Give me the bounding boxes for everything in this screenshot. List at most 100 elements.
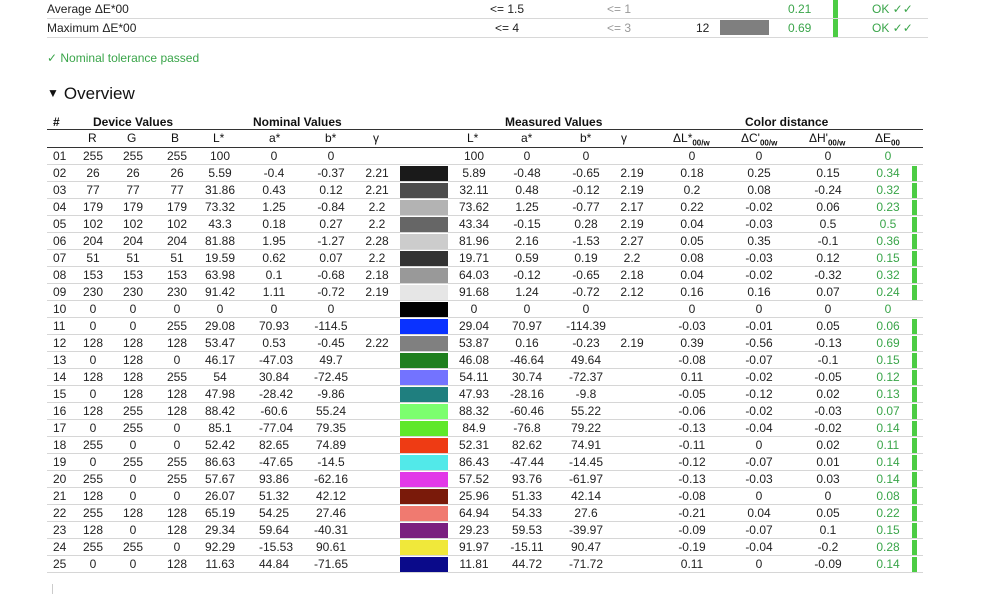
color-swatch [400,506,448,521]
cell-a: -0.4 [263,166,285,180]
cell-l: 57.67 [205,472,236,486]
color-swatch [400,251,448,266]
cell-dc: -0.01 [745,319,773,333]
cell-mg: 2.18 [620,268,644,282]
summary-count: 12 [696,21,710,35]
cell-r: 204 [83,234,104,248]
col-a: a* [269,131,281,145]
cell-a: 1.11 [262,285,286,299]
cell-l: 65.19 [205,506,236,520]
cell-ma: -28.16 [509,387,545,401]
col-delta-h: ΔH'00/w [809,131,846,148]
cell-ml: 86.43 [459,455,490,469]
cell-mg: 2.19 [620,336,644,350]
cell-a: -47.65 [259,455,294,469]
table-body: 01 255 255 255 100 0 0 100 0 0 0 0 0 0 02 26 26 26 5.59 -0.… [47,148,923,573]
delta-e-bar [912,234,917,249]
delta-e-bar [912,200,917,215]
row-id: 02 [53,166,67,180]
cell-l: 26.07 [205,489,236,503]
cell-mg: 2.19 [620,166,644,180]
cell-ma: -46.64 [509,353,545,367]
header-hash: # [53,115,60,129]
cell-dh: 0.12 [816,251,840,265]
cell-ma: 0 [523,149,531,163]
cell-dl: -0.08 [678,353,706,367]
cell-b: 128 [166,387,188,401]
delta-e-bar [912,217,917,232]
delta-e-bar [912,421,917,436]
cell-bb: 0.12 [319,183,343,197]
row-id: 15 [53,387,67,401]
cell-ma: -76.8 [513,421,541,435]
cell-g: 128 [123,387,144,401]
cell-de: 0 [884,302,892,316]
cell-ml: 64.03 [459,268,490,282]
row-id: 16 [53,404,67,418]
cell-l: 92.29 [205,540,236,554]
cell-r: 102 [83,217,104,231]
cell-dl: -0.12 [678,455,706,469]
table-row: 25 0 0 128 11.63 44.84 -71.65 11.81 44.72 -71.72 0… [47,556,923,573]
color-swatch [400,472,448,487]
cell-de: 0.24 [876,285,900,299]
cell-dc: -0.12 [745,387,773,401]
delta-e-bar [912,387,917,402]
row-id: 04 [53,200,67,214]
cell-ma: 54.33 [511,506,543,520]
color-swatch [400,404,448,419]
table-row: 24 255 255 0 92.29 -15.53 90.61 91.97 -15.11 90.4… [47,539,923,556]
cell-bb: 79.35 [315,421,347,435]
summary-row-average: Average ΔE*00 <= 1.5 <= 1 0.21 OK ✓✓ [47,0,928,19]
overview-section-toggle[interactable]: ▼ Overview [47,84,135,104]
cell-r: 179 [83,200,104,214]
col-delta-c: ΔC'00/w [741,131,778,148]
cell-mg: 2.2 [623,251,641,265]
cell-l: 52.42 [205,438,236,452]
cell-g: 128 [123,353,144,367]
cell-r: 255 [83,472,104,486]
cell-dh: -0.09 [814,557,842,571]
cell-ma: -15.11 [510,540,544,554]
cell-ml: 32.11 [459,183,489,197]
col-measured-gamma: γ [621,131,627,145]
cell-bb: 0.07 [319,251,343,265]
cell-g: 0 [129,523,137,537]
cell-mb: -0.12 [572,183,600,197]
cell-ml: 11.81 [459,557,489,571]
cell-ma: 0.59 [515,251,539,265]
row-id: 05 [53,217,67,231]
cell-dh: -0.05 [814,370,842,384]
cell-de: 0.13 [876,387,900,401]
cell-gm: 2.2 [368,217,386,231]
cell-gm: 2.2 [368,200,386,214]
cell-dl: 0.2 [683,183,701,197]
cell-dh: -0.24 [814,183,842,197]
summary-nominal: <= 1.5 [490,2,525,16]
cell-ma: 1.24 [515,285,539,299]
cell-mb: 0 [582,149,590,163]
delta-e-bar [912,285,917,300]
cell-dh: 0 [824,302,832,316]
cell-mb: 74.91 [570,438,602,452]
color-swatch [400,336,448,351]
color-swatch [400,421,448,436]
cell-dh: 0 [824,489,832,503]
cell-bb: 0 [327,149,335,163]
cell-a: -60.6 [260,404,288,418]
cell-dl: 0.39 [680,336,704,350]
cell-b: 255 [166,319,188,333]
table-row: 22 255 128 128 65.19 54.25 27.46 64.94 54.33 27.6… [47,505,923,522]
table-row: 04 179 179 179 73.32 1.25 -0.84 2.2 73.62 1.25 -0.… [47,199,923,216]
cell-gm: 2.21 [365,183,389,197]
cell-mg: 2.27 [620,234,644,248]
cell-bb: -40.31 [313,523,349,537]
delta-e-bar [912,336,917,351]
cell-ml: 46.08 [459,353,490,367]
cell-mb: -39.97 [568,523,604,537]
cell-de: 0.32 [876,268,900,282]
cell-ml: 47.93 [459,387,490,401]
cell-b: 0 [173,302,181,316]
cell-dh: -0.1 [817,234,839,248]
cell-r: 0 [89,353,97,367]
